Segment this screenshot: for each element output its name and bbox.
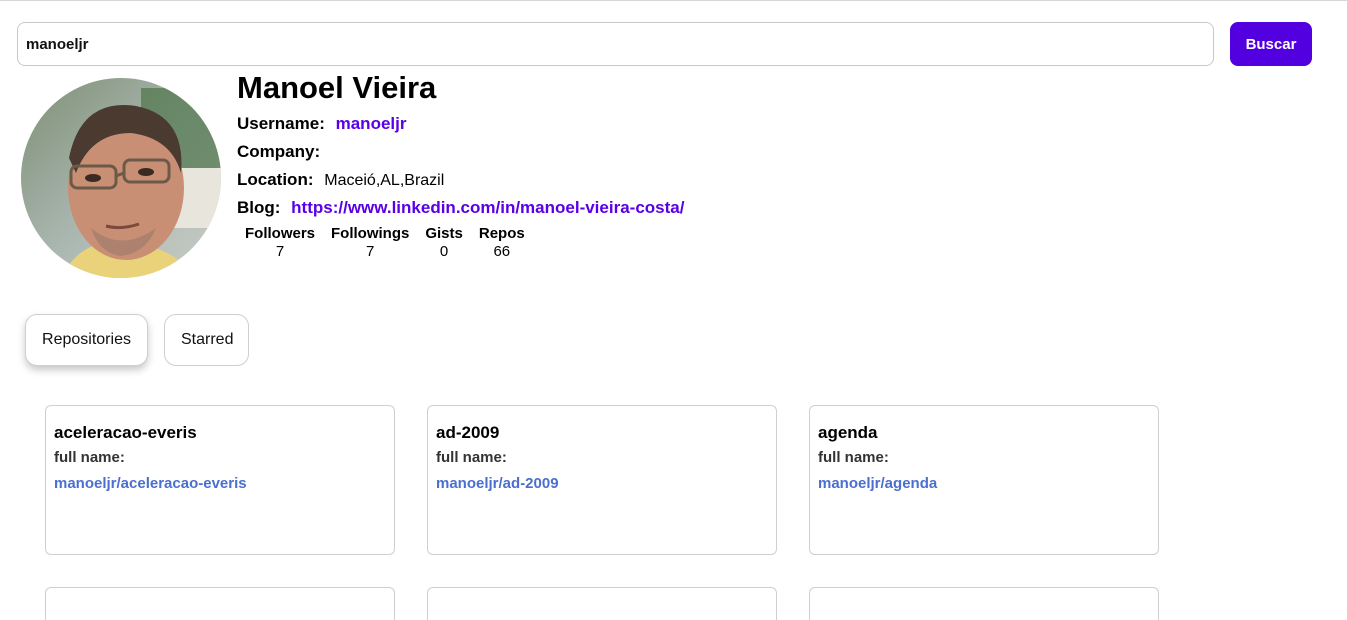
stat-label: Gists xyxy=(425,225,463,242)
repo-fullname-label: full name: xyxy=(436,449,507,466)
profile-stats: Followers 7 Followings 7 Gists 0 Repos 6… xyxy=(237,225,533,261)
profile-name: Manoel Vieira xyxy=(237,70,437,105)
stat-label: Followers xyxy=(245,225,316,242)
blog-row: Blog: https://www.linkedin.com/in/manoel… xyxy=(237,197,684,219)
avatar xyxy=(21,78,221,278)
repo-name: ad-2009 xyxy=(436,423,500,442)
repo-card-partial[interactable] xyxy=(45,587,395,620)
repo-card-partial[interactable] xyxy=(809,587,1159,620)
username-link[interactable]: manoeljr xyxy=(336,114,407,133)
repo-name: agenda xyxy=(818,423,878,442)
repo-card[interactable]: aceleracao-everis full name: manoeljr/ac… xyxy=(45,405,395,555)
location-value: Maceió,AL,Brazil xyxy=(324,172,445,189)
stat-label: Followings xyxy=(331,225,410,242)
repo-card[interactable]: agenda full name: manoeljr/agenda xyxy=(809,405,1159,555)
repo-fullname-link[interactable]: manoeljr/aceleracao-everis xyxy=(54,474,247,494)
stat-value: 7 xyxy=(275,243,285,260)
stat-gists: Gists 0 xyxy=(417,225,471,261)
stat-value: 0 xyxy=(439,243,449,260)
stat-value: 66 xyxy=(493,243,511,260)
repo-fullname-link[interactable]: manoeljr/ad-2009 xyxy=(436,474,559,494)
repo-card[interactable]: ad-2009 full name: manoeljr/ad-2009 xyxy=(427,405,777,555)
stat-repos: Repos 66 xyxy=(471,225,533,261)
repo-card-partial[interactable] xyxy=(427,587,777,620)
repo-fullname-link[interactable]: manoeljr/agenda xyxy=(818,474,937,494)
repo-fullname-label: full name: xyxy=(818,449,889,466)
stat-label: Repos xyxy=(478,225,525,242)
stat-followings: Followings 7 xyxy=(323,225,417,261)
blog-link[interactable]: https://www.linkedin.com/in/manoel-vieir… xyxy=(291,198,684,217)
stat-followers: Followers 7 xyxy=(237,225,323,261)
search-input[interactable] xyxy=(17,22,1214,66)
repo-fullname-label: full name: xyxy=(54,449,125,466)
username-label: Username: xyxy=(237,114,325,133)
repo-name: aceleracao-everis xyxy=(54,423,197,442)
location-label: Location: xyxy=(237,170,314,189)
location-row: Location: Maceió,AL,Brazil xyxy=(237,169,444,191)
tab-starred[interactable]: Starred xyxy=(164,314,249,366)
stat-value: 7 xyxy=(366,243,375,260)
username-row: Username: manoeljr xyxy=(237,113,406,135)
company-row: Company: xyxy=(237,141,326,163)
tab-repositories[interactable]: Repositories xyxy=(25,314,148,366)
blog-label: Blog: xyxy=(237,198,281,217)
company-label: Company: xyxy=(237,142,321,161)
search-button[interactable]: Buscar xyxy=(1230,22,1312,66)
top-divider xyxy=(0,0,1347,1)
